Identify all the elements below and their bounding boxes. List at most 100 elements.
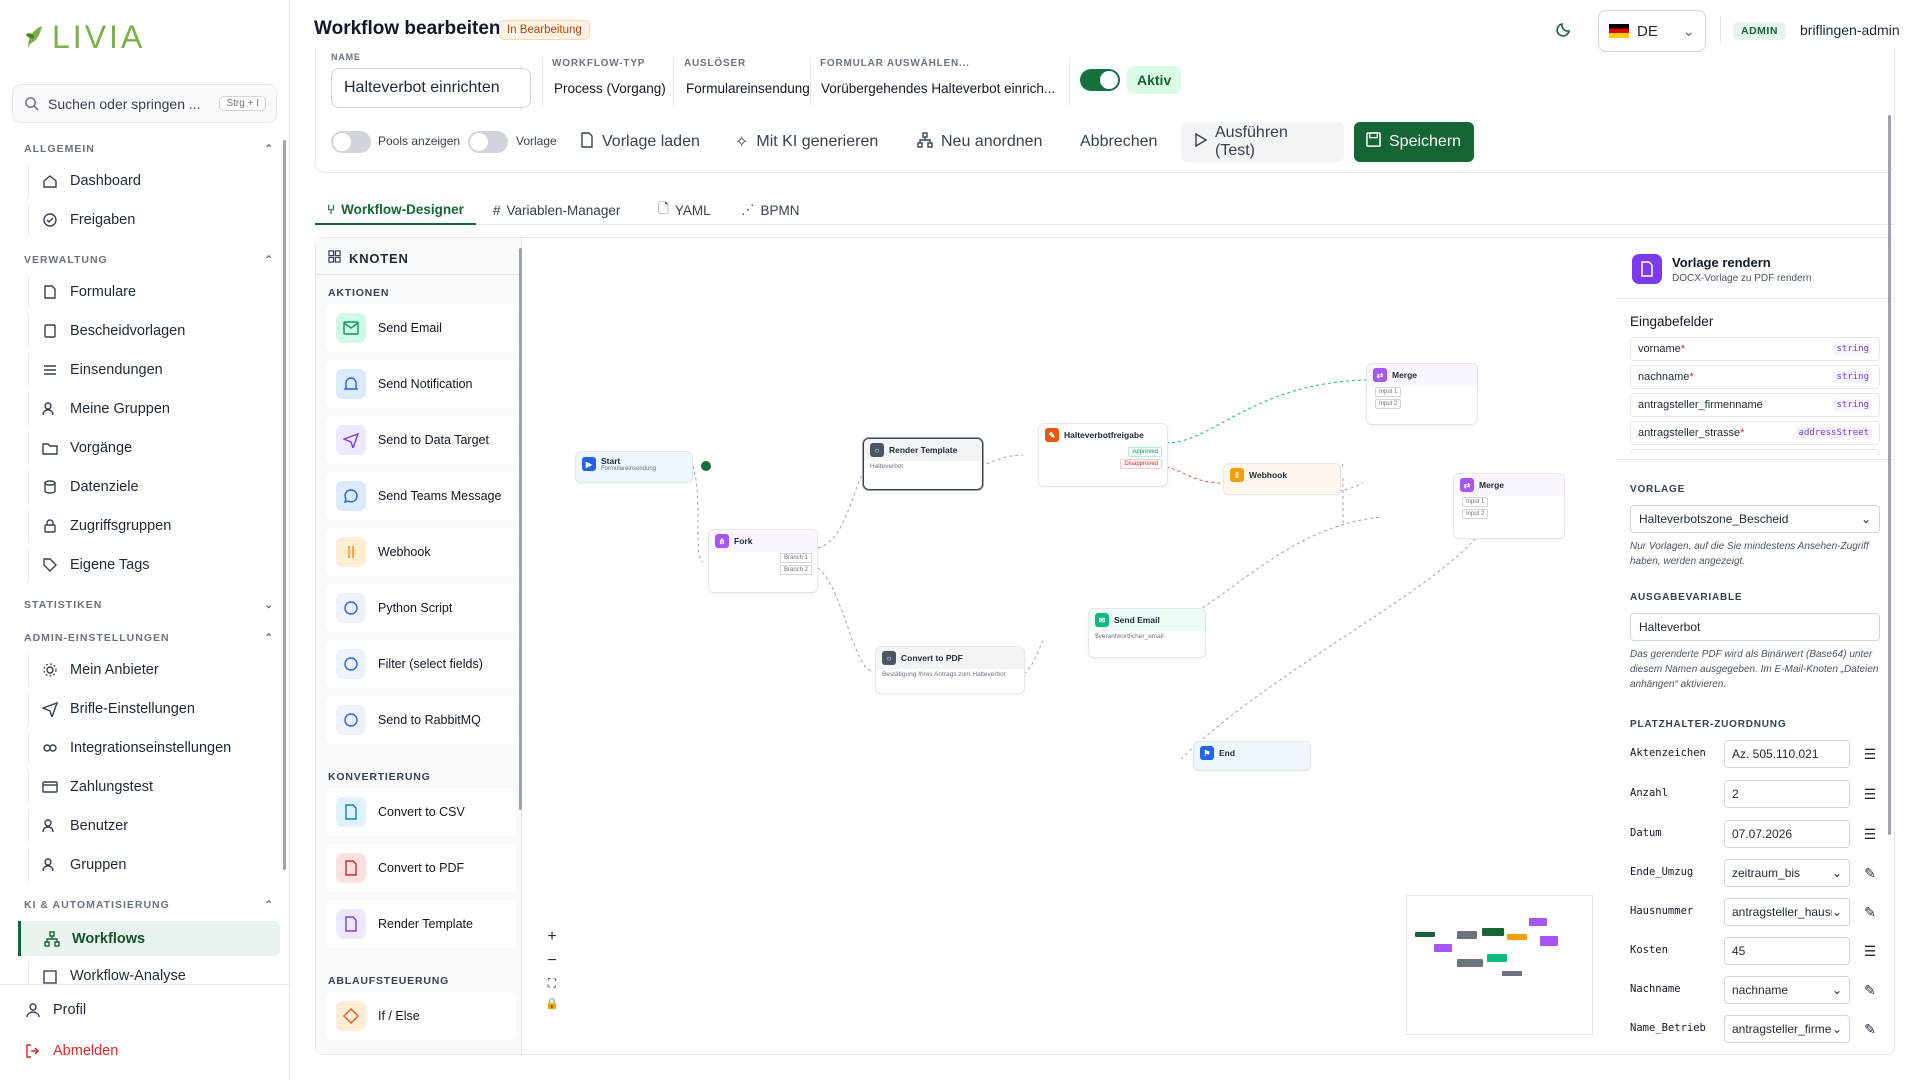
list-icon[interactable]: ☰ <box>1860 941 1880 961</box>
global-search[interactable]: Suchen oder springen ... Strg + I <box>12 84 277 123</box>
minimap-node <box>1502 971 1522 976</box>
dark-mode-toggle[interactable] <box>1555 20 1573 41</box>
palette-item-send-to-data-target[interactable]: Send to Data Target <box>326 416 516 464</box>
palette-scrollbar[interactable] <box>519 248 522 810</box>
logout-link[interactable]: Abmelden <box>24 1042 118 1059</box>
node-webhook[interactable]: ‖ Webhook <box>1223 463 1341 495</box>
sidebar-item-vorgaenge[interactable]: Vorgänge <box>28 432 278 464</box>
workflow-name-input[interactable]: Halteverbot einrichten <box>331 68 531 108</box>
app-logo[interactable]: LIVIA <box>24 19 145 55</box>
list-icon[interactable]: ☰ <box>1860 824 1880 844</box>
node-merge-2[interactable]: ⇄ Merge Input 1 Input 2 <box>1453 473 1565 539</box>
tab-yaml[interactable]: 🗋 YAML <box>658 196 711 224</box>
sidebar-item-freigaben[interactable]: Freigaben <box>28 204 278 236</box>
trigger-value[interactable]: Formulareinsendung <box>686 81 810 96</box>
cancel-button[interactable]: Abbrechen <box>1080 122 1157 162</box>
node-halteverbotfreigabe[interactable]: ✎ Halteverbotfreigabe Approved Disapproved <box>1038 423 1168 487</box>
mapping-value-input[interactable]: Az. 505.110.021 <box>1724 740 1850 768</box>
node-render-template[interactable]: ○ Render Template Halteverbot <box>863 438 983 490</box>
sidebar-item-dashboard[interactable]: Dashboard <box>28 165 278 197</box>
palette-item-webhook[interactable]: Webhook <box>326 528 516 576</box>
link-icon <box>41 740 58 757</box>
sidebar-item-integration[interactable]: Integrationseinstellungen <box>28 732 278 764</box>
section-verwaltung[interactable]: VERWALTUNG ⌃ <box>24 254 274 266</box>
sidebar-item-mein-anbieter[interactable]: Mein Anbieter <box>28 654 278 686</box>
palette-item-filter[interactable]: Filter (select fields) <box>326 640 516 688</box>
page-scrollbar[interactable] <box>1888 115 1891 835</box>
ai-generate-button[interactable]: ✧ Mit KI generieren <box>735 122 878 162</box>
sidebar-item-einsendungen[interactable]: Einsendungen <box>28 354 278 386</box>
sidebar-item-workflows[interactable]: Workflows <box>18 921 280 956</box>
zoom-out-button[interactable]: − <box>547 952 556 970</box>
sidebar-item-brifle[interactable]: Brifle-Einstellungen <box>28 693 278 725</box>
pencil-icon[interactable]: ✎ <box>1860 980 1880 1000</box>
mapping-value-input[interactable]: 07.07.2026 <box>1724 820 1850 848</box>
sidebar-item-gruppen[interactable]: Gruppen <box>28 849 278 881</box>
palette-item-send-notification[interactable]: Send Notification <box>326 360 516 408</box>
save-button[interactable]: Speichern <box>1354 122 1474 162</box>
mapping-value-input[interactable]: 45 <box>1724 937 1850 965</box>
palette-item-python-script[interactable]: Python Script <box>326 584 516 632</box>
mapping-value-input[interactable]: 2 <box>1724 780 1850 808</box>
sidebar-item-benutzer[interactable]: Benutzer <box>28 810 278 842</box>
tab-workflow-designer[interactable]: ⑂ Workflow-Designer <box>315 192 476 225</box>
tab-bpmn[interactable]: ⋰ BPMN <box>741 196 800 224</box>
sidebar-item-bescheidvorlagen[interactable]: Bescheidvorlagen <box>28 315 278 347</box>
sidebar-item-meine-gruppen[interactable]: Meine Gruppen <box>28 393 278 425</box>
run-test-button[interactable]: Ausführen (Test) <box>1181 122 1344 162</box>
node-merge-1[interactable]: ⇄ Merge Input 1 Input 2 <box>1366 363 1478 425</box>
flag-icon: ⚑ <box>1200 746 1214 760</box>
list-icon[interactable]: ☰ <box>1860 744 1880 764</box>
node-end[interactable]: ⚑ End <box>1193 741 1311 771</box>
sidebar-item-zugriffsgruppen[interactable]: Zugriffsgruppen <box>28 510 278 542</box>
sidebar-item-eigene-tags[interactable]: Eigene Tags <box>28 549 278 581</box>
lock-button[interactable]: 🔒 <box>545 997 559 1010</box>
sidebar-item-workflow-analyse[interactable]: Workflow-Analyse <box>28 962 278 984</box>
mapping-value-select[interactable]: nachname ⌄ <box>1724 976 1850 1004</box>
output-variable-input[interactable]: Halteverbot <box>1630 613 1880 641</box>
palette-item-send-to-rabbitmq[interactable]: Send to RabbitMQ <box>326 696 516 744</box>
pencil-icon[interactable]: ✎ <box>1860 863 1880 883</box>
node-convert-to-pdf[interactable]: ○ Convert to PDF Bestätigung Ihres Antrags… <box>875 646 1025 694</box>
rearrange-button[interactable]: Neu anordnen <box>917 122 1042 162</box>
palette-item-convert-to-csv[interactable]: Convert to CSV <box>326 788 516 836</box>
minimap[interactable] <box>1406 895 1593 1035</box>
node-fork[interactable]: ⋔ Fork Branch 1 Branch 2 <box>708 529 818 593</box>
sidebar-item-datenziele[interactable]: Datenziele <box>28 471 278 503</box>
pools-toggle[interactable] <box>331 131 371 153</box>
pencil-icon[interactable]: ✎ <box>1860 1019 1880 1039</box>
circle-icon: ○ <box>882 651 896 665</box>
zoom-in-button[interactable]: + <box>547 928 556 946</box>
type-label: WORKFLOW-TYP <box>552 58 646 69</box>
pencil-icon[interactable]: ✎ <box>1860 902 1880 922</box>
profile-link[interactable]: Profil <box>24 1001 86 1018</box>
username[interactable]: briflingen-admin <box>1800 22 1900 38</box>
palette-item-convert-to-pdf[interactable]: Convert to PDF <box>326 844 516 892</box>
mapping-value-select[interactable]: zeitraum_bis ⌄ <box>1724 859 1850 887</box>
fit-view-button[interactable]: ⛶ <box>548 976 556 991</box>
language-select[interactable]: DE ⌄ <box>1598 10 1706 52</box>
mapping-value-select[interactable]: antragsteller_firme ⌄ <box>1724 1015 1850 1043</box>
sidebar-scrollbar[interactable] <box>283 140 286 870</box>
list-icon[interactable]: ☰ <box>1860 784 1880 804</box>
section-statistiken[interactable]: STATISTIKEN ⌄ <box>24 599 274 611</box>
tab-variablen-manager[interactable]: # Variablen-Manager <box>493 196 620 224</box>
template-select[interactable]: Halteverbotszone_Bescheid ⌄ <box>1630 505 1880 533</box>
form-select-value[interactable]: Vorübergehendes Halteverbot einrich... <box>821 81 1055 96</box>
template-toggle[interactable] <box>468 131 508 153</box>
palette-item-send-teams-message[interactable]: Send Teams Message <box>326 472 516 520</box>
section-ki[interactable]: KI & AUTOMATISIERUNG ⌃ <box>24 899 274 911</box>
node-start[interactable]: ▶ Start Formulareinsendung <box>575 451 693 483</box>
palette-item-if-else[interactable]: If / Else <box>326 992 516 1040</box>
active-toggle[interactable] <box>1080 69 1120 91</box>
mapping-value-select[interactable]: antragsteller_hausn ⌄ <box>1724 898 1850 926</box>
palette-item-send-email[interactable]: Send Email <box>326 304 516 352</box>
load-template-button[interactable]: Vorlage laden <box>580 122 700 162</box>
section-admin[interactable]: ADMIN-EINSTELLUNGEN ⌃ <box>24 632 274 644</box>
sidebar-item-formulare[interactable]: Formulare <box>28 276 278 308</box>
node-send-email[interactable]: ✉ Send Email $verantwortlicher_email <box>1088 608 1206 658</box>
type-value[interactable]: Process (Vorgang) <box>554 81 666 96</box>
palette-item-render-template[interactable]: Render Template <box>326 900 516 948</box>
section-allgemein[interactable]: ALLGEMEIN ⌃ <box>24 143 274 155</box>
sidebar-item-zahlungstest[interactable]: Zahlungstest <box>28 771 278 803</box>
